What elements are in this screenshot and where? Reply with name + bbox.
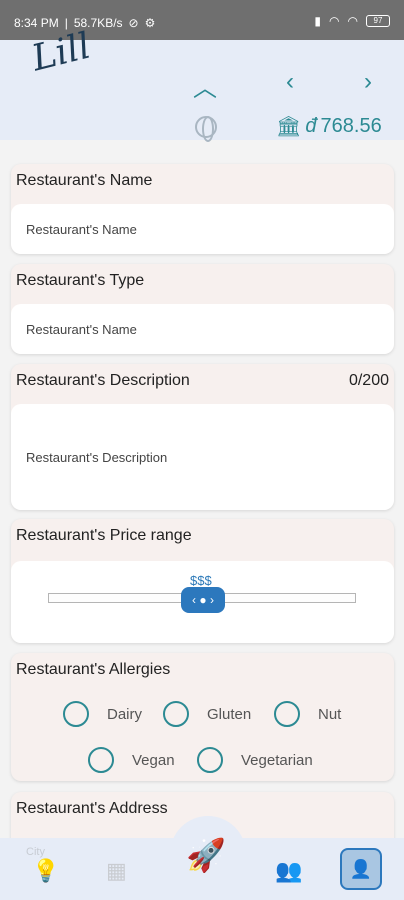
radio-gluten[interactable] [163,701,189,727]
lightbulb-icon[interactable]: 💡 [32,858,59,884]
allergy-option-vegan[interactable]: Vegan [88,747,175,773]
user-settings-icon: 👤 [349,859,373,879]
bank-icon: 🏛 [276,116,302,138]
description-input[interactable]: Restaurant's Description [11,404,394,510]
allergy-option-vegetarian[interactable]: Vegetarian [197,747,313,773]
radio-vegetarian[interactable] [197,747,223,773]
type-placeholder: Restaurant's Name [26,322,137,337]
allergies-section: Restaurant's Allergies Dairy Gluten Nut … [11,653,394,781]
allergy-option-gluten[interactable]: Gluten [163,701,251,727]
radio-vegan[interactable] [88,747,114,773]
wifi-icon: ◠ [329,14,340,28]
description-section: Restaurant's Description 0/200 Restauran… [11,364,394,510]
city-label: City [26,846,45,858]
price-slider-thumb[interactable]: ‹ ● › [181,587,225,613]
allergy-option-dairy[interactable]: Dairy [63,701,142,727]
status-time: 8:34 PM [14,16,59,30]
description-label: Restaurant's Description [16,372,190,389]
wallet-balance[interactable]: 🏛 đ 768.56 [276,114,382,139]
signal-icon: ▮ [314,14,322,28]
globe-icon[interactable] [195,116,217,142]
group-users-icon[interactable]: 👥 [275,858,302,884]
chevron-left-icon[interactable]: ‹ [286,68,294,96]
calendar-icon[interactable]: ▦ [106,858,127,884]
description-counter: 0/200 [348,372,389,389]
profile-settings-button[interactable]: 👤 [340,848,382,890]
name-label: Restaurant's Name [16,172,153,189]
type-label: Restaurant's Type [16,272,145,289]
price-range-value: $$$ [190,573,212,588]
battery-icon: 97 [366,15,390,27]
name-section: Restaurant's Name Restaurant's Name [11,164,394,254]
settings-gear-icon: ⚙ [144,16,156,30]
chevron-up-icon[interactable]: ︿ [193,68,217,103]
type-section: Restaurant's Type Restaurant's Name [11,264,394,354]
price-range-label: Restaurant's Price range [16,527,192,544]
wifi-secondary-icon: ◠ [347,14,358,28]
address-label: Restaurant's Address [16,800,168,817]
name-placeholder: Restaurant's Name [26,222,137,237]
rocket-icon[interactable]: 🚀 [186,836,226,874]
data-saver-icon: ⊘ [128,16,139,30]
description-placeholder: Restaurant's Description [26,450,168,465]
chevron-right-icon[interactable]: › [364,68,372,96]
name-input[interactable]: Restaurant's Name [11,204,394,254]
radio-nut[interactable] [274,701,300,727]
price-range-section: Restaurant's Price range $$$ ‹ ● › [11,519,394,643]
type-input[interactable]: Restaurant's Name [11,304,394,354]
allergies-label: Restaurant's Allergies [16,661,171,678]
allergy-option-nut[interactable]: Nut [274,701,341,727]
radio-dairy[interactable] [63,701,89,727]
balance-amount: 768.56 [320,115,382,137]
currency-symbol: đ [305,115,317,137]
